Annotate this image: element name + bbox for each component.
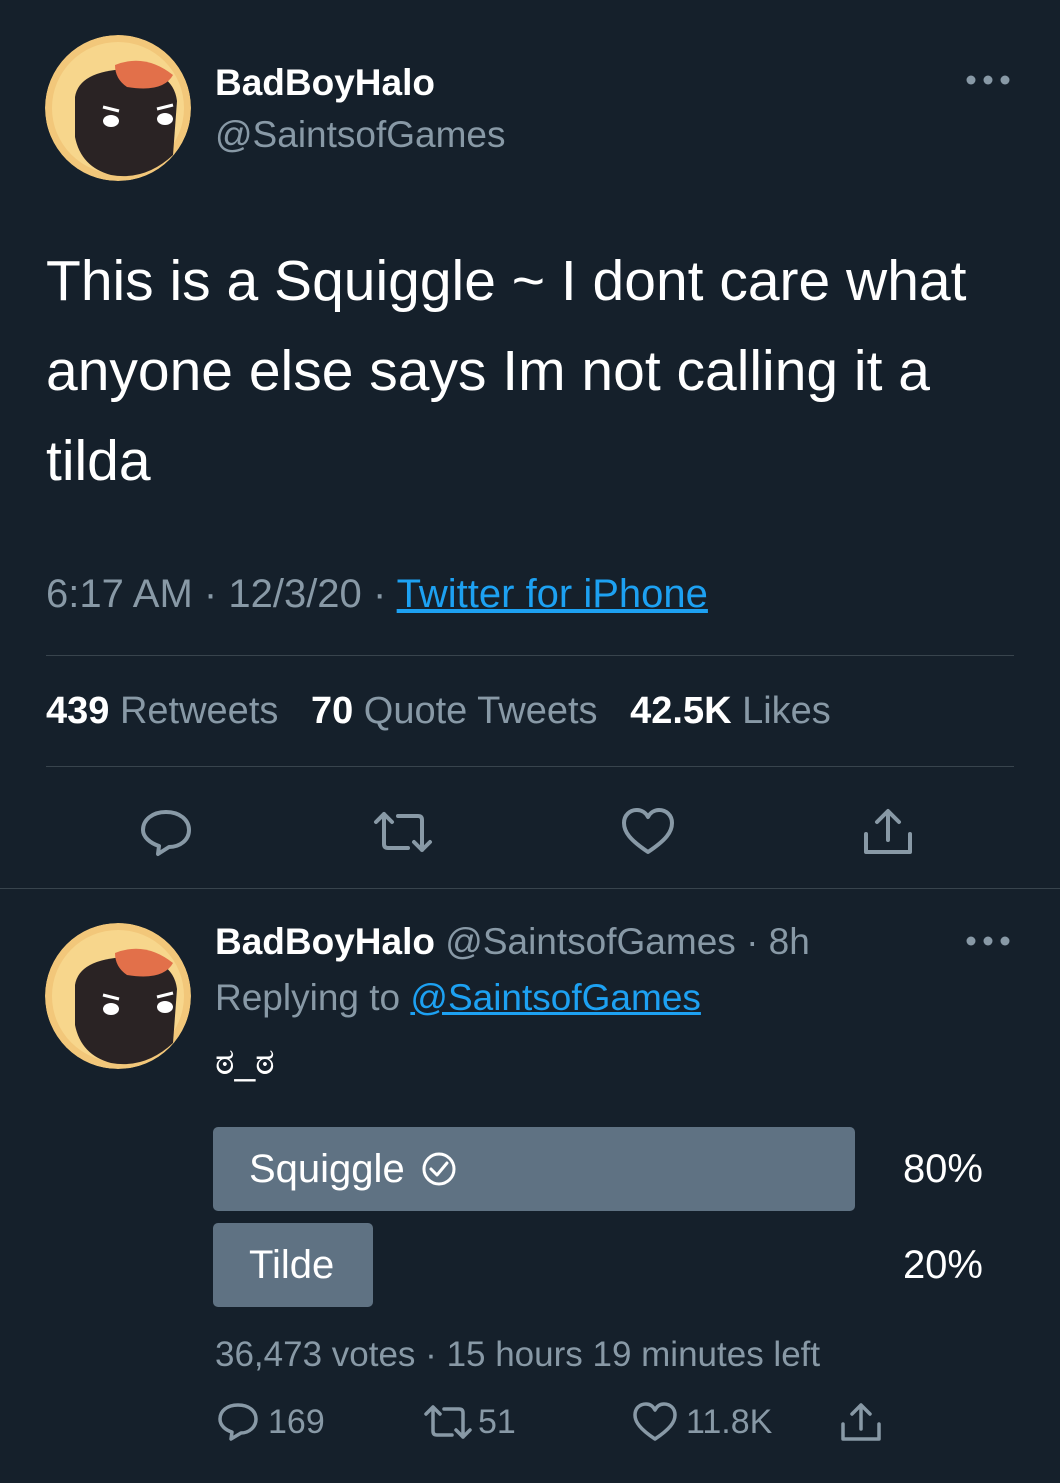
reply-action[interactable]: 169 <box>216 1401 325 1443</box>
replying-to: Replying to @SaintsofGames <box>215 977 701 1019</box>
meta-separator: · <box>203 572 218 616</box>
likes-stat[interactable]: 42.5K Likes <box>630 690 831 732</box>
more-horizontal-icon[interactable] <box>965 931 1011 951</box>
author-avatar[interactable] <box>45 35 191 181</box>
reply-header: BadBoyHalo @SaintsofGames · 8h <box>215 921 810 963</box>
replying-prefix: Replying to <box>215 977 401 1018</box>
tweet-text-line: anyone else says Im not calling it a <box>46 339 930 403</box>
quotes-stat[interactable]: 70 Quote Tweets <box>311 690 598 732</box>
like-icon <box>632 1401 678 1443</box>
quotes-count: 70 <box>310 690 354 732</box>
tweet-time[interactable]: 6:17 AM <box>46 572 193 616</box>
poll-meta: 36,473 votes · 15 hours 19 minutes left <box>215 1335 820 1375</box>
tweet-meta: 6:17 AM · 12/3/20 · Twitter for iPhone <box>46 572 708 617</box>
check-circle-icon <box>421 1151 457 1187</box>
avatar-image <box>45 35 191 181</box>
tweet-text: This is a Squiggle ~ I dont care what an… <box>46 236 1026 506</box>
reply-time[interactable]: · 8h <box>746 921 810 962</box>
poll-option-label: Squiggle <box>249 1127 457 1211</box>
tweet-source-link[interactable]: Twitter for iPhone <box>397 572 708 616</box>
poll-option-text: Squiggle <box>249 1146 405 1191</box>
divider <box>46 655 1014 656</box>
author-handle[interactable]: @SaintsofGames <box>215 114 506 156</box>
meta-separator: · <box>425 1335 437 1374</box>
like-icon[interactable] <box>620 806 676 858</box>
likes-label: Likes <box>742 690 831 732</box>
retweet-icon[interactable] <box>368 806 438 858</box>
reply-icon[interactable] <box>138 806 194 858</box>
reply-icon <box>216 1401 260 1443</box>
avatar-image <box>45 923 191 1069</box>
author-name[interactable]: BadBoyHalo <box>215 62 435 104</box>
share-icon[interactable] <box>860 806 916 858</box>
retweet-icon <box>420 1401 476 1443</box>
poll-votes: 36,473 votes <box>215 1335 416 1374</box>
likes-count: 42.5K <box>630 690 732 732</box>
tweet-text-line: This is a Squiggle ~ I dont care what <box>46 249 967 313</box>
tweet-date[interactable]: 12/3/20 <box>228 572 361 616</box>
like-action[interactable]: 11.8K <box>632 1401 772 1443</box>
reply-text: ಠ_ಠ <box>215 1041 275 1082</box>
tweet-text-line: tilda <box>46 429 151 493</box>
reply-count: 169 <box>268 1402 325 1441</box>
tweet-stats: 439 Retweets 70 Quote Tweets 42.5K Likes <box>46 690 831 733</box>
reply-author-handle[interactable]: @SaintsofGames <box>445 921 736 962</box>
poll-option-label: Tilde <box>249 1223 334 1307</box>
reply-author-avatar[interactable] <box>45 923 191 1069</box>
retweet-action[interactable]: 51 <box>420 1401 516 1443</box>
retweets-stat[interactable]: 439 Retweets <box>46 690 278 732</box>
poll-option-percent: 80% <box>902 1147 983 1191</box>
poll-time-left: 15 hours 19 minutes left <box>446 1335 821 1374</box>
reply-tweet[interactable]: BadBoyHalo @SaintsofGames · 8h Replying … <box>0 889 1060 1483</box>
replying-to-link[interactable]: @SaintsofGames <box>410 977 701 1018</box>
reply-author-name[interactable]: BadBoyHalo <box>215 921 435 962</box>
retweet-count: 51 <box>478 1402 516 1441</box>
retweets-count: 439 <box>46 690 110 732</box>
main-tweet: BadBoyHalo @SaintsofGames This is a Squi… <box>0 0 1060 890</box>
poll-option-percent: 20% <box>902 1243 983 1287</box>
poll-option-text: Tilde <box>249 1242 335 1287</box>
retweets-label: Retweets <box>119 690 279 732</box>
share-icon[interactable] <box>838 1401 884 1443</box>
more-horizontal-icon[interactable] <box>965 70 1011 90</box>
quotes-label: Quote Tweets <box>363 690 598 732</box>
poll: Squiggle 80% Tilde 20% <box>213 1127 983 1309</box>
meta-separator: · <box>372 572 387 616</box>
divider <box>46 766 1014 767</box>
like-count: 11.8K <box>686 1402 773 1441</box>
